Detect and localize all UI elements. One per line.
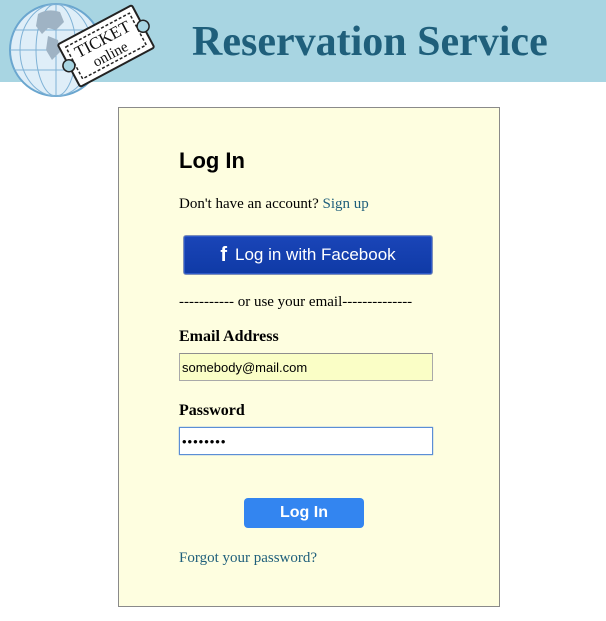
page-header: TICKET online Reservation Service (0, 0, 606, 97)
forgot-password-link[interactable]: Forgot your password? (179, 550, 317, 567)
email-label: Email Address (179, 328, 279, 345)
login-heading: Log In (179, 148, 245, 173)
facebook-button-label: Log in with Facebook (235, 245, 396, 264)
site-title: Reservation Service (192, 19, 548, 65)
email-field[interactable] (179, 353, 433, 381)
signup-prompt: Don't have an account? Sign up (179, 196, 369, 213)
email-divider-text: ----------- or use your email-----------… (179, 294, 413, 310)
login-panel: Log In Don't have an account? Sign up f … (118, 107, 500, 607)
ticket-online-logo: TICKET online (8, 0, 168, 100)
password-field[interactable] (179, 427, 433, 455)
globe-logo-icon: TICKET online (9, 3, 155, 97)
no-account-text: Don't have an account? (179, 196, 319, 212)
facebook-icon: f (220, 244, 227, 266)
password-label: Password (179, 402, 245, 419)
login-button[interactable]: Log In (244, 498, 364, 528)
facebook-login-button[interactable]: f Log in with Facebook (183, 235, 433, 275)
signup-link[interactable]: Sign up (322, 196, 368, 212)
